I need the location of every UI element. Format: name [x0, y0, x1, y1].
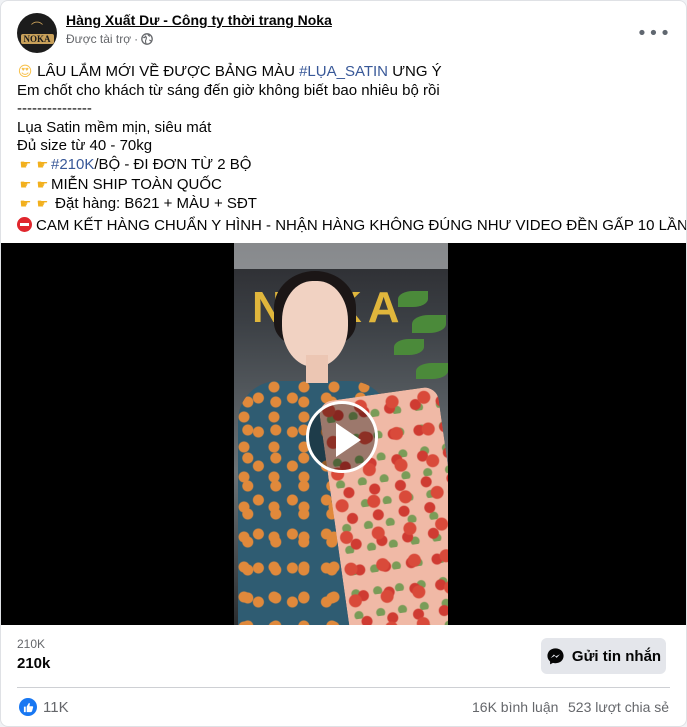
caption-line-9: CAM KẾT HÀNG CHUẨN Y HÌNH - NHẬN HÀNG KH… — [17, 215, 686, 236]
globe-icon — [141, 33, 153, 45]
hanger-icon: ⌒ — [30, 21, 43, 35]
view-count: 210k — [17, 655, 51, 672]
send-message-label: Gửi tin nhắn — [571, 647, 662, 665]
plant-decoration — [388, 281, 448, 401]
caption-line-8: ☛ ☛ Đặt hàng: B621 + MÀU + SĐT — [17, 195, 672, 215]
send-message-button[interactable]: Gửi tin nhắn — [541, 638, 666, 674]
caption-line-4: Lụa Satin mềm mịn, siêu mát — [17, 118, 212, 136]
play-icon — [336, 423, 361, 457]
avatar[interactable]: ⌒ NOKA — [17, 13, 57, 53]
pointing-hand-icon: ☛ — [19, 197, 32, 213]
post-card: ⌒ NOKA Hàng Xuất Dư - Công ty thời trang… — [0, 0, 687, 727]
reactions-count: 11K — [43, 698, 69, 716]
caption-line-2: Em chốt cho khách từ sáng đến giờ không … — [17, 81, 440, 99]
hashtag-lua-satin-link[interactable]: #LỤA_SATIN — [299, 63, 388, 80]
no-entry-icon — [17, 216, 32, 232]
play-button[interactable] — [306, 401, 378, 473]
sponsored-label[interactable]: Được tài trợ — [66, 32, 131, 46]
post-caption: 😍 LÂU LẮM MỚI VỀ ĐƯỢC BẢNG MÀU #LỤA_SATI… — [17, 63, 686, 236]
shares-count-link[interactable]: 523 lượt chia sẻ — [568, 699, 669, 715]
pointing-hand-icon: ☛ — [19, 157, 32, 173]
avatar-logo-text: NOKA — [20, 34, 54, 44]
pointing-hand-icon: ☛ — [36, 197, 49, 213]
like-icon — [19, 698, 37, 716]
caption-line-1: 😍 LÂU LẮM MỚI VỀ ĐƯỢC BẢNG MÀU #LỤA_SATI… — [17, 63, 442, 80]
caption-line-5: Đủ size từ 40 - 70kg — [17, 137, 153, 155]
more-options-button[interactable]: ••• — [636, 15, 672, 51]
post-header: ⌒ NOKA Hàng Xuất Dư - Công ty thời trang… — [17, 11, 670, 55]
pointing-hand-icon: ☛ — [36, 157, 49, 173]
thumbs-up-icon — [23, 702, 33, 712]
divider — [17, 687, 670, 688]
comments-count-link[interactable]: 16K bình luận — [472, 699, 558, 715]
messenger-icon — [547, 647, 564, 664]
video-player[interactable]: NOKA — [1, 243, 686, 625]
caption-separator: --------------- — [17, 100, 92, 118]
pointing-hand-icon: ☛ — [19, 177, 32, 193]
view-count-small: 210K — [17, 637, 46, 651]
hashtag-210k-link[interactable]: #210K — [51, 156, 94, 173]
caption-line-6: ☛ ☛ #210K/BỘ - ĐI ĐƠN TỪ 2 BỘ — [17, 156, 672, 176]
sponsored-row: Được tài trợ · — [66, 32, 153, 46]
reactions-summary[interactable]: 11K — [19, 698, 69, 716]
heart-eyes-emoji-icon: 😍 — [17, 64, 33, 80]
page-name-link[interactable]: Hàng Xuất Dư - Công ty thời trang Noka — [66, 12, 332, 28]
pointing-hand-icon: ☛ — [36, 177, 49, 193]
caption-line-7: ☛ ☛ MIỄN SHIP TOÀN QUỐC — [17, 176, 672, 196]
